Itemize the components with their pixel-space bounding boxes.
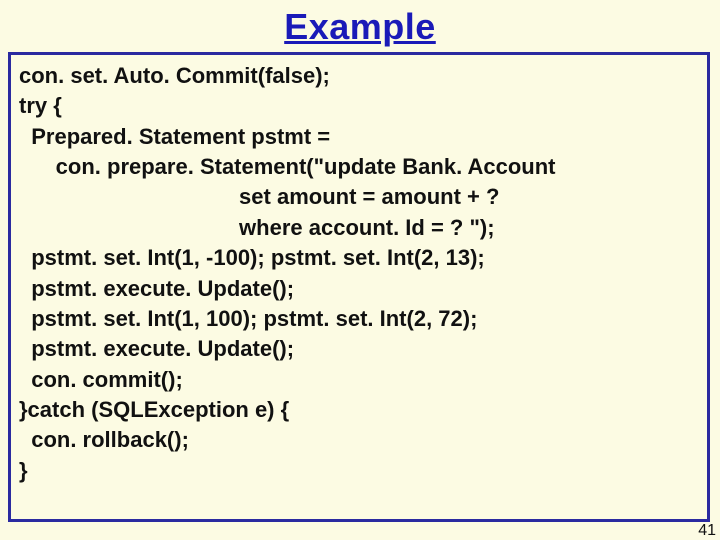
code-line: where account. Id = ? "); <box>19 213 699 243</box>
slide: Example con. set. Auto. Commit(false); t… <box>0 6 720 540</box>
code-line: }catch (SQLException e) { <box>19 395 699 425</box>
code-line: con. set. Auto. Commit(false); <box>19 61 699 91</box>
code-line: Prepared. Statement pstmt = <box>19 122 699 152</box>
code-line: pstmt. set. Int(1, 100); pstmt. set. Int… <box>19 304 699 334</box>
code-line: pstmt. set. Int(1, -100); pstmt. set. In… <box>19 243 699 273</box>
code-box: con. set. Auto. Commit(false); try { Pre… <box>8 52 710 522</box>
code-line: con. prepare. Statement("update Bank. Ac… <box>19 152 699 182</box>
code-line: try { <box>19 91 699 121</box>
code-line: pstmt. execute. Update(); <box>19 274 699 304</box>
code-line: pstmt. execute. Update(); <box>19 334 699 364</box>
page-number: 41 <box>698 522 716 540</box>
code-line: con. commit(); <box>19 365 699 395</box>
code-line: } <box>19 456 699 486</box>
slide-title: Example <box>0 6 720 48</box>
code-line: con. rollback(); <box>19 425 699 455</box>
code-line: set amount = amount + ? <box>19 182 699 212</box>
